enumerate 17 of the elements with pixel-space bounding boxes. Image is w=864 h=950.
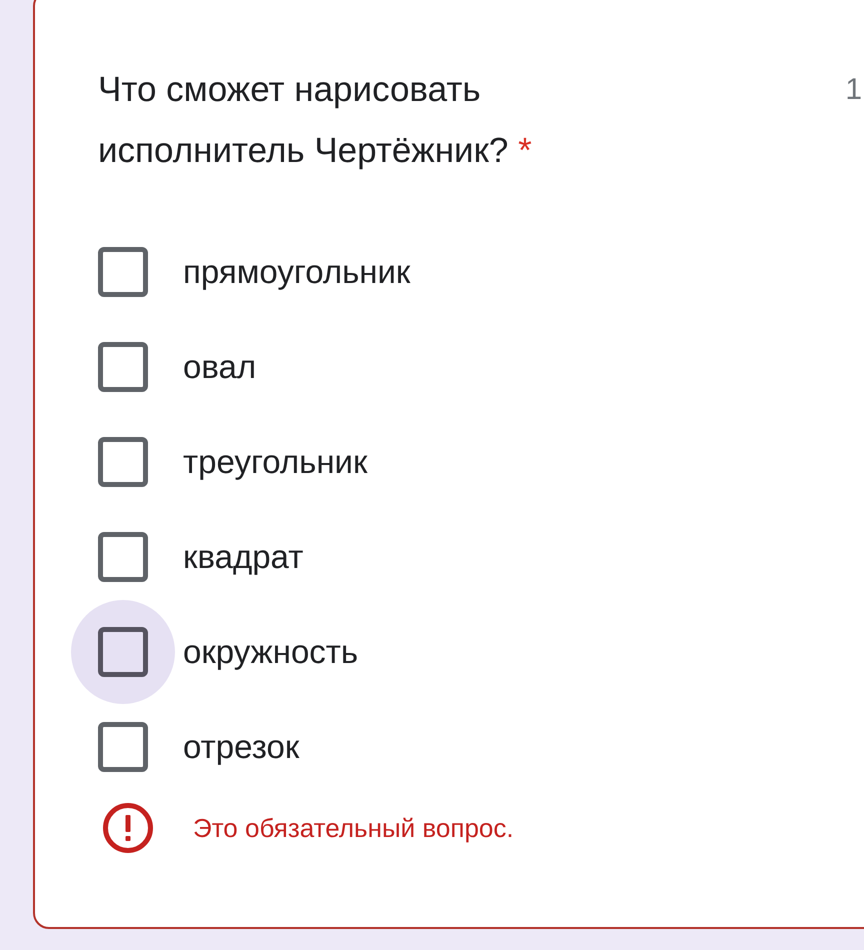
error-icon	[102, 802, 154, 854]
checkbox[interactable]	[98, 532, 148, 582]
checkbox[interactable]	[98, 246, 148, 296]
option-label[interactable]: треугольник	[183, 442, 368, 480]
checkbox[interactable]	[98, 722, 148, 772]
option-label[interactable]: окружность	[183, 632, 358, 670]
error-message: Это обязательный вопрос.	[193, 812, 514, 844]
required-mark: *	[518, 131, 532, 170]
option-label[interactable]: прямоугольник	[183, 252, 410, 290]
option-label[interactable]: овал	[183, 348, 256, 386]
option-label[interactable]: квадрат	[183, 538, 304, 576]
checkbox[interactable]	[98, 342, 148, 392]
question-title: Что сможет нарисовать исполнитель Чертёжник? *	[98, 69, 533, 172]
checkbox[interactable]	[98, 436, 148, 486]
checkbox[interactable]	[98, 626, 148, 676]
points-label: 1	[845, 72, 862, 108]
option-label[interactable]: отрезок	[183, 728, 300, 766]
